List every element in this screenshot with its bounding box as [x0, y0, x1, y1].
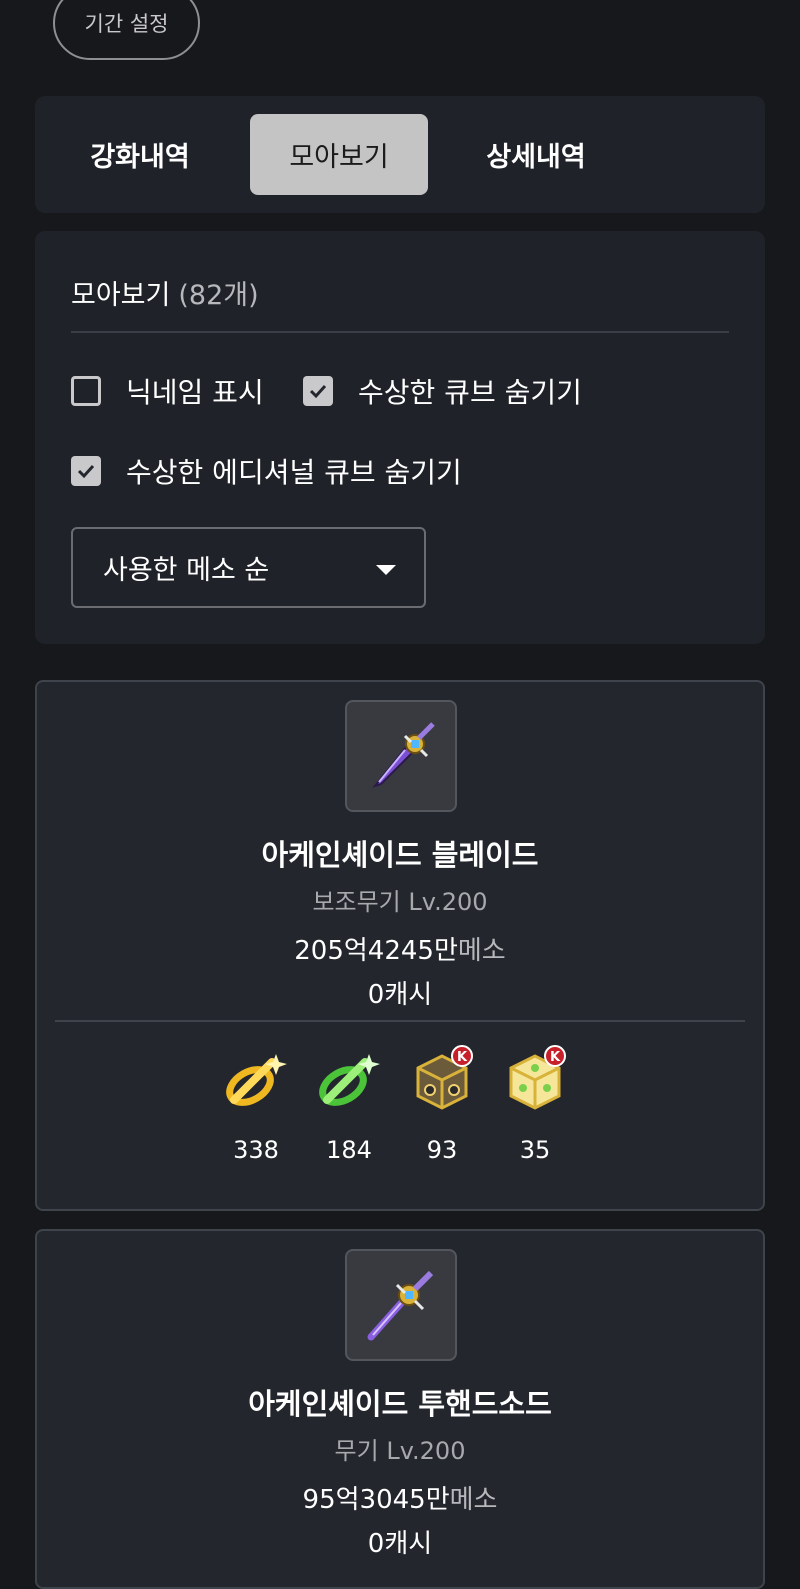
filter-title: 모아보기 (82개): [71, 273, 259, 312]
hide-suspicious-cube-label: 수상한 큐브 숨기기: [358, 376, 582, 409]
period-setting-label: 기간 설정: [84, 12, 169, 36]
filter-panel: 모아보기 (82개) 닉네임 표시 수상한 큐브 숨기기 수상한 에디셔널 큐브 …: [35, 231, 765, 644]
item-card: 아케인셰이드 투핸드소드 무기 Lv.200 95억3045만메소 0캐시: [35, 1229, 765, 1589]
hide-suspicious-additional-cube-checkbox[interactable]: 수상한 에디셔널 큐브 숨기기: [71, 451, 462, 491]
item-meso: 95억3045만메소: [37, 1479, 763, 1516]
checkbox-unchecked-icon: [71, 376, 101, 406]
usage-count: 338: [233, 1136, 279, 1164]
meso-amount: 95억3045만: [302, 1485, 450, 1515]
usage-starforce-yellow: 338: [209, 1044, 303, 1164]
blade-icon: [372, 722, 435, 789]
item-meso: 205억4245만메소: [37, 930, 763, 967]
usage-count: 184: [326, 1136, 372, 1164]
item-name: 아케인셰이드 블레이드: [261, 838, 539, 872]
additional-cube-icon: K: [509, 1045, 566, 1110]
item-cash: 0캐시: [367, 980, 433, 1010]
two-handed-sword-icon: [367, 1270, 434, 1341]
tab-detail-history[interactable]: 상세내역: [447, 114, 625, 195]
tab-summary[interactable]: 모아보기: [250, 114, 428, 195]
svg-text:K: K: [550, 1050, 561, 1065]
hide-suspicious-cube-checkbox[interactable]: 수상한 큐브 숨기기: [303, 371, 582, 411]
starforce-yellow-icon: [226, 1054, 287, 1106]
item-icon: [345, 1249, 457, 1361]
filter-title-text: 모아보기: [71, 280, 171, 311]
item-type: 무기 Lv.200: [334, 1437, 466, 1465]
black-cube-icon: K: [416, 1045, 473, 1110]
svg-text:K: K: [457, 1050, 468, 1065]
divider: [55, 1020, 745, 1022]
usage-count: 93: [426, 1136, 458, 1164]
item-type: 보조무기 Lv.200: [312, 888, 488, 916]
meso-amount: 205억4245만: [294, 936, 458, 966]
tab-bar: 강화내역 모아보기 상세내역: [35, 96, 765, 213]
checkbox-checked-icon: [71, 456, 101, 486]
item-card: 아케인셰이드 블레이드 보조무기 Lv.200 205억4245만메소 0캐시 …: [35, 680, 765, 1211]
show-nickname-checkbox[interactable]: 닉네임 표시: [71, 371, 264, 411]
tab-enhance-history[interactable]: 강화내역: [50, 114, 230, 195]
usage-black-cube: K 93: [395, 1044, 489, 1164]
sort-select[interactable]: 사용한 메소 순: [71, 527, 426, 608]
item-cash: 0캐시: [367, 1529, 433, 1559]
meso-unit: 메소: [457, 936, 506, 966]
sort-select-value: 사용한 메소 순: [103, 555, 270, 586]
usage-count: 35: [519, 1136, 551, 1164]
hide-suspicious-additional-cube-label: 수상한 에디셔널 큐브 숨기기: [126, 456, 462, 489]
period-setting-button[interactable]: 기간 설정: [53, 0, 200, 60]
checkbox-checked-icon: [303, 376, 333, 406]
caret-down-icon: [376, 565, 396, 575]
divider: [71, 331, 729, 333]
item-icon: [345, 700, 457, 812]
filter-count: (82개): [178, 280, 259, 311]
starforce-green-icon: [319, 1054, 380, 1106]
item-name: 아케인셰이드 투핸드소드: [248, 1387, 552, 1421]
usage-additional-cube: K 35: [488, 1044, 582, 1164]
show-nickname-label: 닉네임 표시: [126, 376, 264, 409]
meso-unit: 메소: [449, 1485, 498, 1515]
usage-starforce-green: 184: [302, 1044, 396, 1164]
